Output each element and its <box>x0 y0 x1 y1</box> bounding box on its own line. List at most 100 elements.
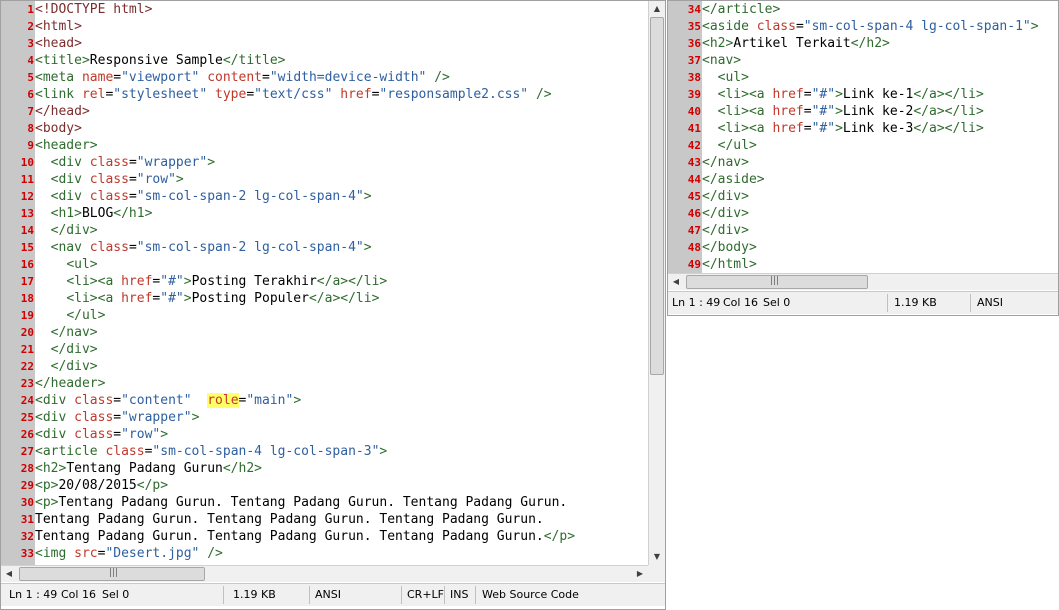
code-token: "#" <box>811 121 836 136</box>
code-line[interactable]: <body> <box>35 120 648 137</box>
code-line[interactable]: </div> <box>702 205 1058 222</box>
code-line[interactable]: <header> <box>35 137 648 154</box>
code-line[interactable]: </html> <box>702 256 1058 273</box>
code-line[interactable]: <div class="row"> <box>35 171 648 188</box>
code-line[interactable]: </div> <box>702 188 1058 205</box>
line-number: 19 <box>20 309 34 322</box>
code-line[interactable]: <li><a href="#">Posting Terakhir</a></li… <box>35 273 648 290</box>
code-line[interactable]: <h2>Tentang Padang Gurun</h2> <box>35 460 648 477</box>
code-line[interactable]: </body> <box>702 239 1058 256</box>
code-token: <li><a <box>66 274 122 289</box>
code-line[interactable]: <head> <box>35 35 648 52</box>
vertical-scrollbar[interactable]: ▲ ▼ <box>648 1 665 565</box>
horizontal-scrollbar[interactable]: ◀ ||| <box>668 273 1058 290</box>
code-token: <div <box>35 427 75 442</box>
code-line[interactable]: <nav> <box>702 52 1058 69</box>
code-line[interactable]: </aside> <box>702 171 1058 188</box>
code-token: "wrapper" <box>121 410 192 425</box>
status-column: Col 16 <box>61 588 96 601</box>
code-area[interactable]: </article> <aside class="sm-col-span-4 lg… <box>702 1 1058 273</box>
code-line[interactable]: <div class="sm-col-span-2 lg-col-span-4"… <box>35 188 648 205</box>
code-line[interactable]: <li><a href="#">Posting Populer</a></li> <box>35 290 648 307</box>
code-token: <h2> <box>702 36 734 51</box>
code-line[interactable]: </nav> <box>702 154 1058 171</box>
code-line[interactable]: </ul> <box>35 307 648 324</box>
code-line[interactable]: <meta name="viewport" content="width=dev… <box>35 69 648 86</box>
left-editor-pane[interactable]: 1 2 3 4 5 6 7 8 9 10 11 12 13 14 15 16 17 18 19 20 21 22 23 24 2… <box>0 0 666 610</box>
code-token: = <box>803 104 812 119</box>
code-token: class <box>89 155 129 170</box>
status-file-size: 1.19 KB <box>894 296 937 309</box>
code-line[interactable]: <li><a href="#">Link ke-3</a></li> <box>702 120 1058 137</box>
code-line[interactable]: <h2>Artikel Terkait</h2> <box>702 35 1058 52</box>
code-token: href <box>772 121 804 136</box>
code-line[interactable]: <div class="content" role="main"> <box>35 392 648 409</box>
scroll-down-icon[interactable]: ▼ <box>649 549 665 565</box>
code-line[interactable]: <div class="wrapper"> <box>35 409 648 426</box>
code-line[interactable]: <div class="wrapper"> <box>35 154 648 171</box>
code-line[interactable]: </head> <box>35 103 648 120</box>
scrollbar-thumb[interactable] <box>650 17 664 375</box>
line-number: 47 <box>687 224 701 237</box>
code-line[interactable]: <li><a href="#">Link ke-2</a></li> <box>702 103 1058 120</box>
code-line[interactable]: </div> <box>35 222 648 239</box>
right-editor-pane[interactable]: 34 35 36 37 38 39 40 41 42 43 44 45 46 47 48 49 </artic… <box>667 0 1059 316</box>
code-token: "sm-col-span-2 lg-col-span-4" <box>136 240 364 255</box>
code-token: Artikel Terkait <box>733 36 851 51</box>
code-line[interactable]: Tentang Padang Gurun. Tentang Padang Gur… <box>35 528 648 545</box>
code-line[interactable]: <article class="sm-col-span-4 lg-col-spa… <box>35 443 648 460</box>
code-token: </article> <box>702 2 781 17</box>
code-line[interactable]: <ul> <box>35 256 648 273</box>
line-number: 1 <box>27 3 34 16</box>
code-line[interactable]: </div> <box>702 222 1058 239</box>
code-token: <html> <box>35 19 82 34</box>
code-token: "wrapper" <box>136 155 208 170</box>
line-number-gutter: 1 2 3 4 5 6 7 8 9 10 11 12 13 14 15 16 17 18 19 20 21 22 23 24 2… <box>1 1 35 565</box>
code-line[interactable]: <li><a href="#">Link ke-1</a></li> <box>702 86 1058 103</box>
code-token: </div> <box>50 342 98 357</box>
code-line[interactable]: <title>Responsive Sample</title> <box>35 52 648 69</box>
scroll-corner <box>648 565 665 582</box>
code-line[interactable]: <nav class="sm-col-span-2 lg-col-span-4"… <box>35 239 648 256</box>
code-token: </p> <box>136 478 169 493</box>
code-line[interactable]: <link rel="stylesheet" type="text/css" h… <box>35 86 648 103</box>
code-line[interactable]: <p>Tentang Padang Gurun. Tentang Padang … <box>35 494 648 511</box>
code-line[interactable]: <ul> <box>702 69 1058 86</box>
code-line[interactable]: <html> <box>35 18 648 35</box>
code-token: "viewport" <box>121 70 200 85</box>
code-token: = <box>113 427 122 442</box>
scroll-left-icon[interactable]: ◀ <box>668 274 684 290</box>
code-token: Tentang Padang Gurun <box>66 461 223 476</box>
code-line[interactable]: </div> <box>35 341 648 358</box>
status-bar: Ln 1 : 49 Col 16 Sel 0 1.19 KB ANSI CR+L… <box>1 583 665 606</box>
code-token: src <box>74 546 98 561</box>
code-token: </h2> <box>850 36 890 51</box>
code-line[interactable]: </article> <box>702 1 1058 18</box>
code-line[interactable]: <img src="Desert.jpg" /> <box>35 545 648 562</box>
code-token: class <box>74 393 114 408</box>
code-line[interactable]: </nav> <box>35 324 648 341</box>
code-line[interactable]: <h1>BLOG</h1> <box>35 205 648 222</box>
code-line[interactable]: <p>20/08/2015</p> <box>35 477 648 494</box>
code-token: href <box>121 274 153 289</box>
code-token: <div <box>35 410 75 425</box>
code-line[interactable]: </ul> <box>702 137 1058 154</box>
horizontal-scrollbar[interactable]: ◀ ||| ▶ <box>1 565 648 582</box>
scroll-up-icon[interactable]: ▲ <box>649 1 665 17</box>
code-line[interactable]: <aside class="sm-col-span-4 lg-col-span-… <box>702 18 1058 35</box>
code-line[interactable]: </header> <box>35 375 648 392</box>
scroll-right-icon[interactable]: ▶ <box>632 566 648 582</box>
code-line[interactable]: </div> <box>35 358 648 375</box>
code-line[interactable]: <div class="row"> <box>35 426 648 443</box>
code-token: <nav> <box>702 53 742 68</box>
code-token: class <box>756 19 796 34</box>
code-area[interactable]: <!DOCTYPE html> <html> <head> <title>Respon… <box>35 1 648 565</box>
code-line[interactable]: <!DOCTYPE html> <box>35 1 648 18</box>
code-token: /> <box>528 87 552 102</box>
code-line[interactable]: Tentang Padang Gurun. Tentang Padang Gur… <box>35 511 648 528</box>
scroll-left-icon[interactable]: ◀ <box>1 566 17 582</box>
